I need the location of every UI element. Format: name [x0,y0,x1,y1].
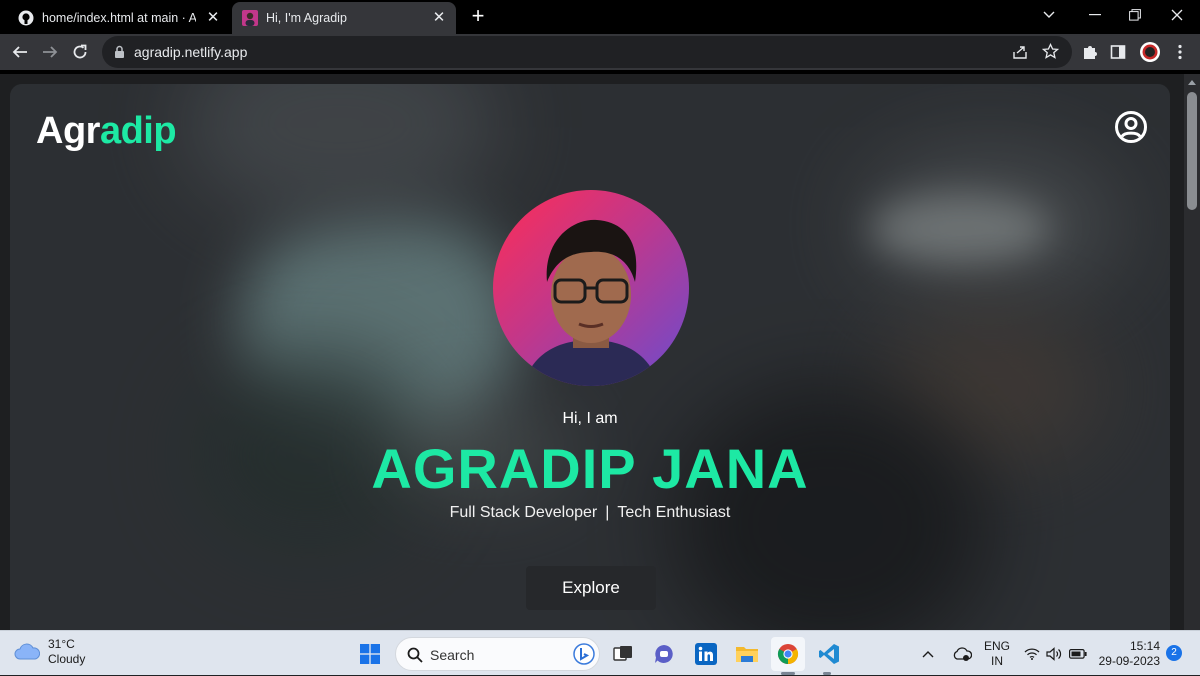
linkedin-button[interactable] [689,637,723,671]
new-tab-button[interactable]: + [466,5,490,29]
back-button[interactable] [6,38,34,66]
role-secondary: Tech Enthusiast [617,504,731,521]
page-viewport: Agradip Hi, I am AGRADIP JANA Full Stack… [0,74,1200,630]
taskbar-search[interactable]: Search [395,637,600,671]
arrow-left-icon [12,46,27,58]
chrome-menu-button[interactable] [1166,38,1194,66]
tab-search-button[interactable] [1026,0,1072,30]
clock-time: 15:14 [1129,639,1160,653]
minimize-icon [1089,14,1101,16]
side-panel-icon [1110,45,1126,59]
folder-icon [736,647,758,662]
portfolio-favicon-icon [242,10,258,26]
task-view-icon [613,646,632,661]
weather-temperature: 31°C [48,637,75,651]
scrollbar-thumb[interactable] [1187,92,1197,210]
scroll-up-icon[interactable] [1188,80,1196,85]
onedrive-button[interactable] [952,631,972,676]
language-code: ENG [983,639,1010,653]
brand-prefix: Agr [36,110,100,152]
person-portrait-icon [523,219,659,386]
close-window-button[interactable] [1154,0,1200,30]
windows-logo-icon [360,644,380,664]
more-vertical-icon [1178,44,1182,60]
search-label: Search [430,647,475,663]
hero-name: AGRADIP JANA [371,437,809,500]
vscode-icon [819,644,839,664]
windows-taskbar: 31°C Cloudy Search ENG IN 15:14 29-09-20… [0,630,1200,675]
weather-text: 31°C Cloudy [48,637,85,667]
restore-button[interactable] [1112,0,1158,30]
role-separator: | [605,504,610,521]
user-account-icon[interactable] [1114,110,1148,144]
star-icon[interactable] [1042,43,1059,60]
tab-portfolio[interactable]: Hi, I'm Agradip ✕ [232,2,456,34]
profile-button[interactable] [1136,38,1164,66]
site-logo[interactable]: Agradip [36,110,177,153]
explore-button[interactable]: Explore [526,566,656,610]
close-tab-icon[interactable]: ✕ [204,9,222,27]
tab-title: Hi, I'm Agradip [266,11,347,25]
url-text: agradip.netlify.app [134,44,248,60]
role-primary: Full Stack Developer [449,504,598,521]
chrome-button[interactable] [771,637,805,671]
notification-badge[interactable]: 2 [1166,645,1182,661]
puzzle-icon [1084,46,1097,59]
show-hidden-icons-button[interactable] [922,631,934,676]
share-icon[interactable] [1012,44,1028,60]
wifi-icon [1024,647,1040,660]
greeting-text: Hi, I am [562,410,618,427]
network-button[interactable] [1024,631,1040,676]
chat-bubble-icon [655,645,673,663]
forward-button[interactable] [36,38,64,66]
battery-icon [1069,648,1087,659]
search-icon [407,647,423,663]
task-view-button[interactable] [606,637,640,671]
chrome-icon [777,644,799,665]
arrow-right-icon [43,46,58,58]
profile-photo [493,190,689,386]
cloud-sync-icon [953,646,972,661]
extensions-button[interactable] [1076,38,1104,66]
role-line: Full Stack Developer | Tech Enthusiast [10,504,1170,522]
tab-title: home/index.html at main · Agra [42,11,196,25]
tab-strip: home/index.html at main · Agra ✕ Hi, I'm… [0,0,1200,34]
chat-app-button[interactable] [647,637,681,671]
restore-icon [1129,9,1141,21]
brand-accent: adip [99,110,177,152]
vscode-button[interactable] [812,637,846,671]
profile-avatar-icon [1140,42,1160,62]
speaker-icon [1046,646,1062,661]
github-icon [18,10,34,26]
hero-section: Agradip Hi, I am AGRADIP JANA Full Stack… [10,84,1170,630]
linkedin-icon [695,643,717,665]
start-button[interactable] [353,637,387,671]
tab-github[interactable]: home/index.html at main · Agra ✕ [8,2,230,34]
lock-icon [115,45,124,58]
language-indicator[interactable]: ENG IN [980,639,1014,669]
close-icon [1171,9,1183,21]
battery-button[interactable] [1069,631,1087,676]
browser-toolbar: agradip.netlify.app [0,34,1200,70]
weather-condition: Cloudy [48,652,86,666]
region-code: IN [991,654,1003,668]
cloud-icon [14,643,40,660]
bing-icon[interactable] [573,643,595,665]
system-clock[interactable]: 15:14 29-09-2023 [1094,639,1160,669]
reload-icon [73,44,87,59]
weather-widget[interactable]: 31°C Cloudy [14,637,85,667]
clock-date: 29-09-2023 [1098,654,1160,668]
file-explorer-button[interactable] [730,637,764,671]
volume-button[interactable] [1046,631,1062,676]
side-panel-button[interactable] [1104,38,1132,66]
reload-button[interactable] [66,38,94,66]
page-scrollbar[interactable] [1184,74,1200,630]
chevron-up-icon [922,650,934,657]
address-bar[interactable]: agradip.netlify.app [102,36,1072,68]
chevron-down-icon [1043,11,1055,18]
close-tab-icon[interactable]: ✕ [430,9,448,27]
